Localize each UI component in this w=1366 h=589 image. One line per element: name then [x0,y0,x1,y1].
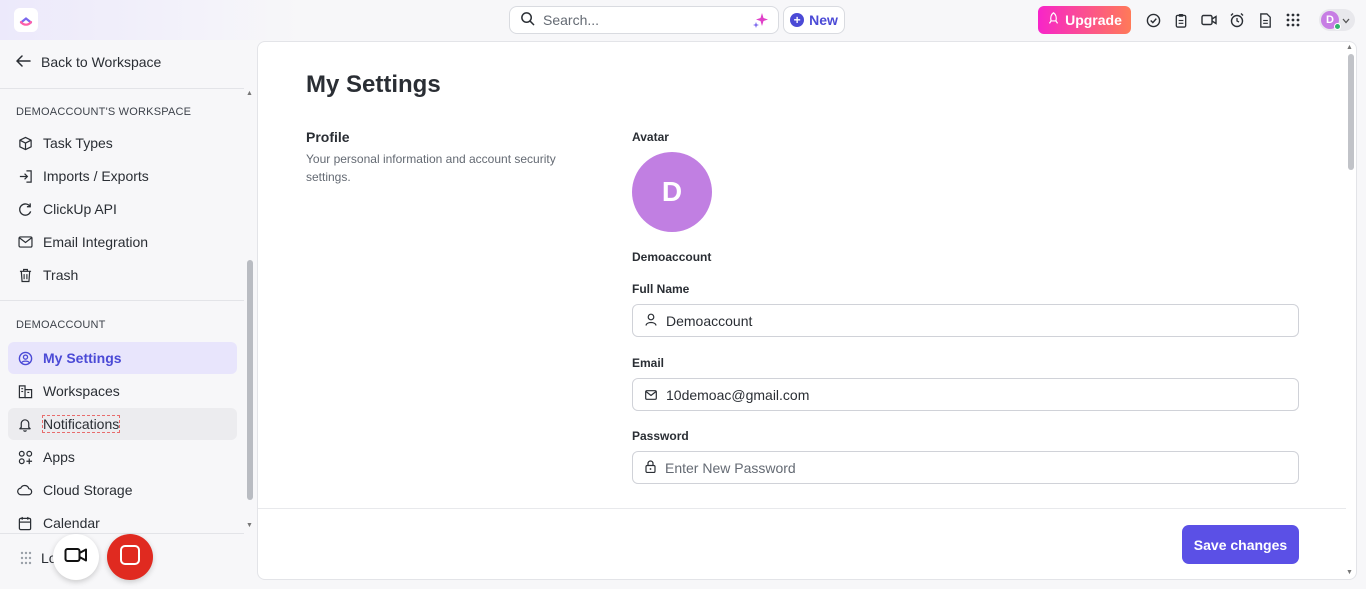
chevron-down-icon [1342,11,1350,29]
sidebar-item-imports-exports[interactable]: Imports / Exports [8,160,237,192]
upgrade-label: Upgrade [1065,12,1122,28]
save-changes-button[interactable]: Save changes [1182,525,1299,564]
camera-record-button[interactable] [53,534,99,580]
sidebar-item-label: Imports / Exports [43,168,149,184]
password-placeholder: Enter New Password [665,459,796,476]
import-icon [17,168,33,184]
mail-icon [17,234,33,250]
sidebar-item-task-types[interactable]: Task Types [8,127,237,159]
email-label: Email [632,356,665,370]
user-icon [645,313,657,329]
account-section-title: DEMOACCOUNT [16,319,106,331]
sidebar-item-label: Email Integration [43,234,149,250]
sidebar-item-label: Trash [43,267,79,283]
trash-icon [17,267,33,283]
sidebar-item-clickup-api[interactable]: ClickUp API [8,193,237,225]
video-icon[interactable] [1200,11,1218,29]
full-name-value: Demoaccount [666,312,753,329]
panel-scroll-down-arrow[interactable]: ▼ [1346,569,1353,576]
divider [0,300,244,301]
video-camera-icon [64,546,88,569]
sidebar-item-cloud-storage[interactable]: Cloud Storage [8,474,237,506]
search-placeholder: Search... [543,12,600,28]
apps-grid-icon[interactable] [1284,11,1302,29]
avatar-initial: D [1326,14,1334,26]
sidebar-item-email-integration[interactable]: Email Integration [8,226,237,258]
profile-heading: Profile [306,129,350,145]
sidebar-item-workspaces[interactable]: Workspaces [8,375,237,407]
full-name-field[interactable]: Demoaccount [632,304,1299,337]
panel-scroll-up-arrow[interactable]: ▲ [1346,44,1353,51]
scroll-up-arrow[interactable]: ▲ [246,90,253,97]
sidebar-item-label: Notifications [41,415,121,433]
email-value: 10demoac@gmail.com [666,386,810,403]
sidebar-item-label: Workspaces [43,383,120,399]
stop-icon [119,544,141,571]
document-icon[interactable] [1256,11,1274,29]
sidebar-item-label: Apps [43,449,75,465]
cloud-icon [17,482,33,498]
back-label: Back to Workspace [41,54,162,70]
plus-icon: + [790,13,805,27]
settings-panel: My Settings Profile Your personal inform… [257,41,1357,580]
calendar-icon [17,515,33,531]
display-name: Demoaccount [632,250,712,264]
panel-scrollbar[interactable] [1348,54,1354,170]
bell-icon [17,416,33,432]
search-input[interactable]: Search... [509,6,779,34]
password-label: Password [632,429,689,443]
sidebar-scrollbar[interactable] [247,260,253,500]
sparkle-icon[interactable] [753,12,769,31]
user-menu-button[interactable]: D [1319,9,1355,31]
divider [0,88,244,89]
divider [0,533,244,534]
workspaces-icon [17,383,33,399]
cube-icon [17,135,33,151]
clipboard-icon[interactable] [1172,11,1190,29]
sidebar-item-my-settings[interactable]: My Settings [8,342,237,374]
scroll-down-arrow[interactable]: ▼ [246,522,253,529]
sidebar-footer: Lo [0,533,256,589]
full-name-label: Full Name [632,282,690,296]
alarm-clock-icon[interactable] [1228,11,1246,29]
sidebar-item-label: Task Types [43,135,113,151]
back-to-workspace-link[interactable]: Back to Workspace [15,54,162,70]
mail-icon [645,387,657,403]
sidebar-item-notifications[interactable]: Notifications [8,408,237,440]
api-icon [17,201,33,217]
email-field[interactable]: 10demoac@gmail.com [632,378,1299,411]
upgrade-button[interactable]: Upgrade [1038,6,1131,34]
avatar-initial: D [661,176,683,207]
password-field[interactable]: Enter New Password [632,451,1299,484]
user-circle-icon [17,350,33,366]
footer-divider [258,508,1346,509]
drag-handle-icon[interactable] [19,551,33,570]
rocket-icon [1047,12,1060,28]
top-bar: Search... + New Upgrade D [0,0,1366,40]
sidebar-item-apps[interactable]: Apps [8,441,237,473]
page-title: My Settings [306,71,441,98]
new-button-label: New [809,12,838,28]
profile-description: Your personal information and account se… [306,152,556,184]
new-button[interactable]: + New [783,6,845,34]
sidebar-item-label: Cloud Storage [43,482,133,498]
settings-sidebar: Back to Workspace DEMOACCOUNT'S WORKSPAC… [0,40,256,589]
apps-icon [17,449,33,465]
clickup-logo-icon[interactable] [14,8,38,32]
workspace-section-title: DEMOACCOUNT'S WORKSPACE [16,106,192,118]
sidebar-item-label: ClickUp API [43,201,117,217]
sidebar-item-label: My Settings [43,350,122,366]
stop-record-button[interactable] [107,534,153,580]
lock-icon [645,459,656,476]
check-circle-icon[interactable] [1144,11,1162,29]
sidebar-item-label: Calendar [43,515,100,531]
avatar-label: Avatar [632,130,669,144]
online-status-dot [1334,23,1341,30]
arrow-left-icon [15,54,31,70]
sidebar-item-trash[interactable]: Trash [8,259,237,291]
search-icon [520,11,535,29]
profile-avatar[interactable]: D [632,152,712,232]
avatar: D [1321,11,1341,30]
